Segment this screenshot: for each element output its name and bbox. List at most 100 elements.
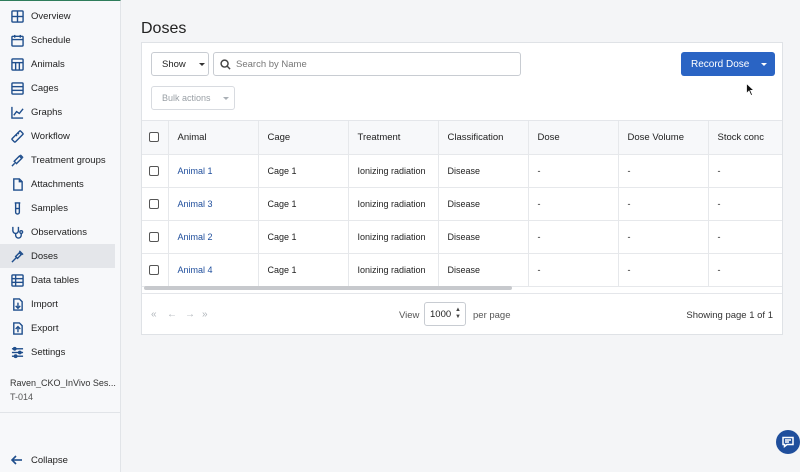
column-header-animal[interactable]: Animal <box>168 121 259 155</box>
column-header-dose-volume[interactable]: Dose Volume <box>618 121 709 155</box>
file-icon <box>11 177 24 191</box>
sidebar-item-graphs[interactable]: Graphs <box>0 100 115 124</box>
sidebar-item-treatment-groups[interactable]: Treatment groups <box>0 148 115 172</box>
sidebar-item-import[interactable]: Import <box>0 292 115 316</box>
sidebar-item-animals[interactable]: Animals <box>0 52 115 76</box>
table-row: Animal 1 Cage 1 Ionizing radiation Disea… <box>142 154 782 188</box>
dose-cell: - <box>528 253 619 287</box>
sidebar-item-label: Data tables <box>31 274 80 286</box>
row-checkbox[interactable] <box>149 264 159 275</box>
row-select-cell <box>142 187 169 221</box>
classification-cell: Disease <box>438 253 529 287</box>
sidebar-item-label: Import <box>31 298 58 310</box>
sidebar-item-observations[interactable]: Observations <box>0 220 115 244</box>
table-row: Animal 4 Cage 1 Ionizing radiation Disea… <box>142 253 782 287</box>
treatment-cell: Ionizing radiation <box>348 154 439 188</box>
study-info[interactable]: Raven_CKO_InVivo Ses... T-014 <box>10 378 118 402</box>
sidebar-item-data-tables[interactable]: Data tables <box>0 268 115 292</box>
sidebar-nav: Overview Schedule Animals Cages Graphs W… <box>0 1 120 364</box>
dose-volume-cell: - <box>618 154 709 188</box>
ruler-icon <box>11 129 24 143</box>
animals-icon <box>11 57 24 71</box>
sidebar-item-label: Graphs <box>31 106 63 118</box>
caret-down-icon <box>761 62 768 66</box>
page-size-input[interactable]: 1000 ▲ ▼ <box>424 302 466 326</box>
view-label: View <box>399 310 420 321</box>
sidebar-item-label: Cages <box>31 82 59 94</box>
sidebar-item-attachments[interactable]: Attachments <box>0 172 115 196</box>
sidebar-item-export[interactable]: Export <box>0 316 115 340</box>
sidebar: Overview Schedule Animals Cages Graphs W… <box>0 0 121 472</box>
show-dropdown-button[interactable]: Show <box>151 52 209 76</box>
prev-page-icon[interactable]: ← <box>167 309 177 320</box>
pipette-icon <box>11 249 24 263</box>
column-header-treatment[interactable]: Treatment <box>348 121 439 155</box>
mouse-cursor-icon <box>746 83 755 96</box>
pagination-bar: « ← → » View 1000 ▲ ▼ per page Showing pa… <box>142 293 782 335</box>
calendar-icon <box>11 34 24 47</box>
treatment-cell: Ionizing radiation <box>348 253 439 287</box>
column-header-classification[interactable]: Classification <box>438 121 529 155</box>
collapse-button[interactable]: Collapse <box>11 454 68 466</box>
stethoscope-icon <box>11 226 24 239</box>
sidebar-item-schedule[interactable]: Schedule <box>0 28 115 52</box>
sidebar-item-workflow[interactable]: Workflow <box>0 124 115 148</box>
column-header-dose[interactable]: Dose <box>528 121 619 155</box>
syringe-icon <box>11 153 24 167</box>
animal-link[interactable]: Animal 4 <box>178 265 213 275</box>
search-box[interactable] <box>213 52 521 76</box>
doses-card: Show Record Dose Bulk actions Animal Cag… <box>141 42 783 335</box>
record-dose-button[interactable]: Record Dose <box>681 52 775 76</box>
table-header-row: Animal Cage Treatment Classification Dos… <box>142 121 782 155</box>
sidebar-item-overview[interactable]: Overview <box>0 4 115 28</box>
stepper-icon[interactable]: ▲ ▼ <box>455 307 461 321</box>
collapse-label: Collapse <box>31 454 68 466</box>
sidebar-item-label: Treatment groups <box>31 154 106 166</box>
chat-icon <box>782 436 794 448</box>
last-page-icon[interactable]: » <box>202 309 208 320</box>
animal-link[interactable]: Animal 3 <box>178 199 213 209</box>
horizontal-scrollbar[interactable] <box>144 286 512 290</box>
sidebar-item-label: Workflow <box>31 130 70 142</box>
sidebar-item-label: Export <box>31 322 59 334</box>
cage-cell: Cage 1 <box>258 253 349 287</box>
doses-table-container: Animal Cage Treatment Classification Dos… <box>142 120 782 292</box>
cage-cell: Cage 1 <box>258 220 349 254</box>
classification-cell: Disease <box>438 220 529 254</box>
search-input[interactable] <box>236 58 516 70</box>
animal-cell: Animal 2 <box>168 220 259 254</box>
next-page-icon[interactable]: → <box>185 309 195 320</box>
classification-cell: Disease <box>438 154 529 188</box>
stock-conc-cell: - <box>708 220 782 254</box>
sidebar-item-samples[interactable]: Samples <box>0 196 115 220</box>
dose-volume-cell: - <box>618 220 709 254</box>
animal-link[interactable]: Animal 2 <box>178 232 213 242</box>
sidebar-item-cages[interactable]: Cages <box>0 76 115 100</box>
row-checkbox[interactable] <box>149 198 159 209</box>
row-select-cell <box>142 154 169 188</box>
sidebar-item-label: Doses <box>31 250 58 262</box>
sidebar-item-doses[interactable]: Doses <box>0 244 115 268</box>
row-checkbox[interactable] <box>149 165 159 176</box>
bulk-actions-label: Bulk actions <box>162 93 211 103</box>
sidebar-item-label: Attachments <box>31 178 84 190</box>
cage-cell: Cage 1 <box>258 154 349 188</box>
select-all-checkbox[interactable] <box>149 132 159 143</box>
row-select-cell <box>142 253 169 287</box>
bulk-actions-button[interactable]: Bulk actions <box>151 86 235 110</box>
column-header-stock-conc[interactable]: Stock conc <box>708 121 782 155</box>
page-size-value: 1000 <box>430 308 452 320</box>
animal-link[interactable]: Animal 1 <box>178 166 213 176</box>
animal-cell: Animal 3 <box>168 187 259 221</box>
chart-icon <box>11 106 24 119</box>
caret-down-icon <box>222 96 229 100</box>
row-checkbox[interactable] <box>149 231 159 242</box>
sidebar-item-settings[interactable]: Settings <box>0 340 115 364</box>
stock-conc-cell: - <box>708 187 782 221</box>
sidebar-item-label: Schedule <box>31 34 71 46</box>
animal-cell: Animal 1 <box>168 154 259 188</box>
column-header-cage[interactable]: Cage <box>258 121 349 155</box>
chat-button[interactable] <box>776 430 800 454</box>
dose-volume-cell: - <box>618 253 709 287</box>
first-page-icon[interactable]: « <box>151 309 157 320</box>
